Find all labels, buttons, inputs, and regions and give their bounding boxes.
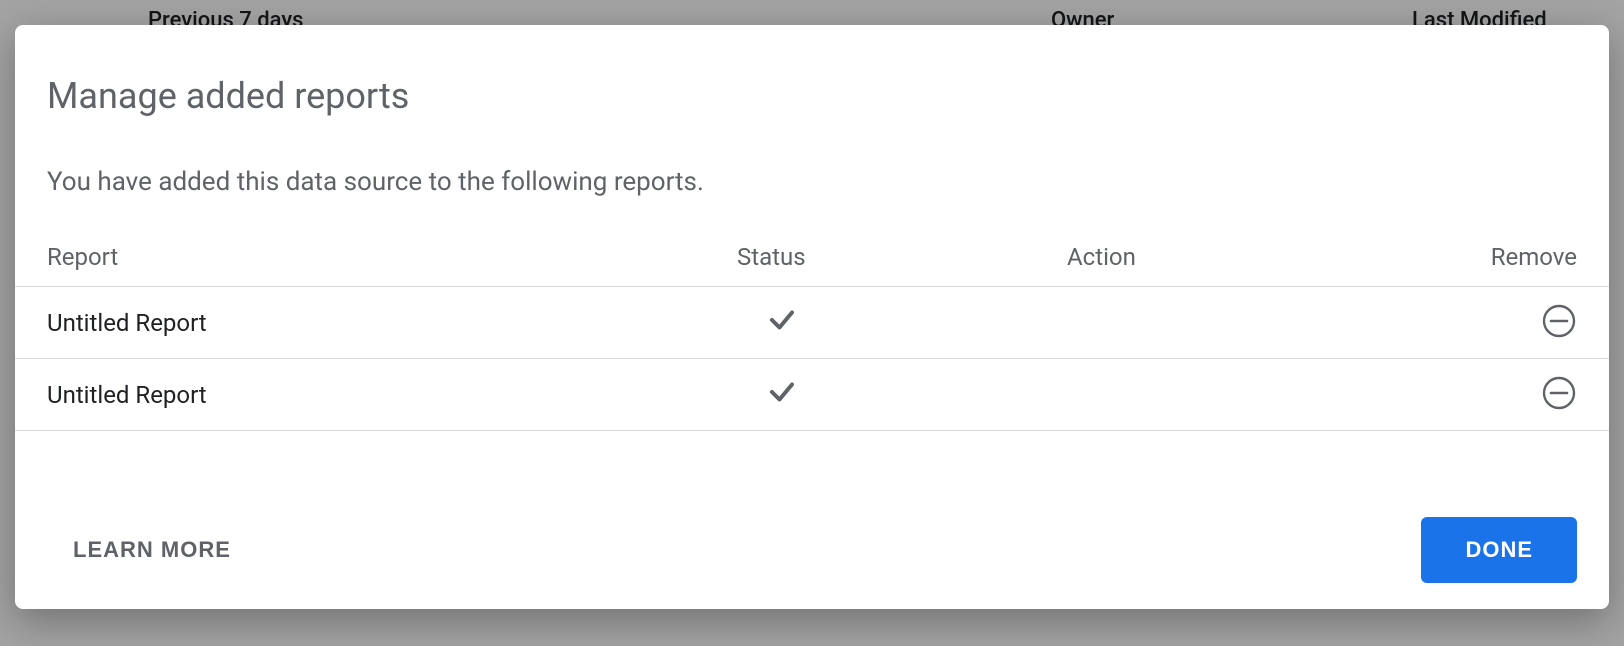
- table-header: Report Status Action Remove: [15, 227, 1609, 287]
- col-header-remove: Remove: [1432, 243, 1577, 271]
- reports-table: Report Status Action Remove Untitled Rep…: [15, 227, 1609, 517]
- remove-button[interactable]: [1541, 305, 1577, 341]
- dialog-subtitle: You have added this data source to the f…: [15, 167, 1609, 197]
- col-header-action: Action: [1067, 243, 1432, 271]
- manage-added-reports-dialog: Manage added reports You have added this…: [15, 25, 1609, 609]
- remove-button[interactable]: [1541, 377, 1577, 413]
- col-header-status: Status: [737, 243, 1067, 271]
- dialog-title: Manage added reports: [15, 75, 1609, 117]
- check-icon: [737, 377, 797, 413]
- table-row: Untitled Report: [15, 287, 1609, 359]
- report-name: Untitled Report: [47, 381, 737, 409]
- learn-more-button[interactable]: LEARN MORE: [73, 537, 231, 563]
- remove-circle-icon: [1541, 375, 1577, 414]
- dialog-actions: LEARN MORE DONE: [15, 517, 1609, 609]
- table-row: Untitled Report: [15, 359, 1609, 431]
- remove-circle-icon: [1541, 303, 1577, 342]
- done-button[interactable]: DONE: [1421, 517, 1577, 583]
- col-header-report: Report: [47, 243, 737, 271]
- report-name: Untitled Report: [47, 309, 737, 337]
- check-icon: [737, 305, 797, 341]
